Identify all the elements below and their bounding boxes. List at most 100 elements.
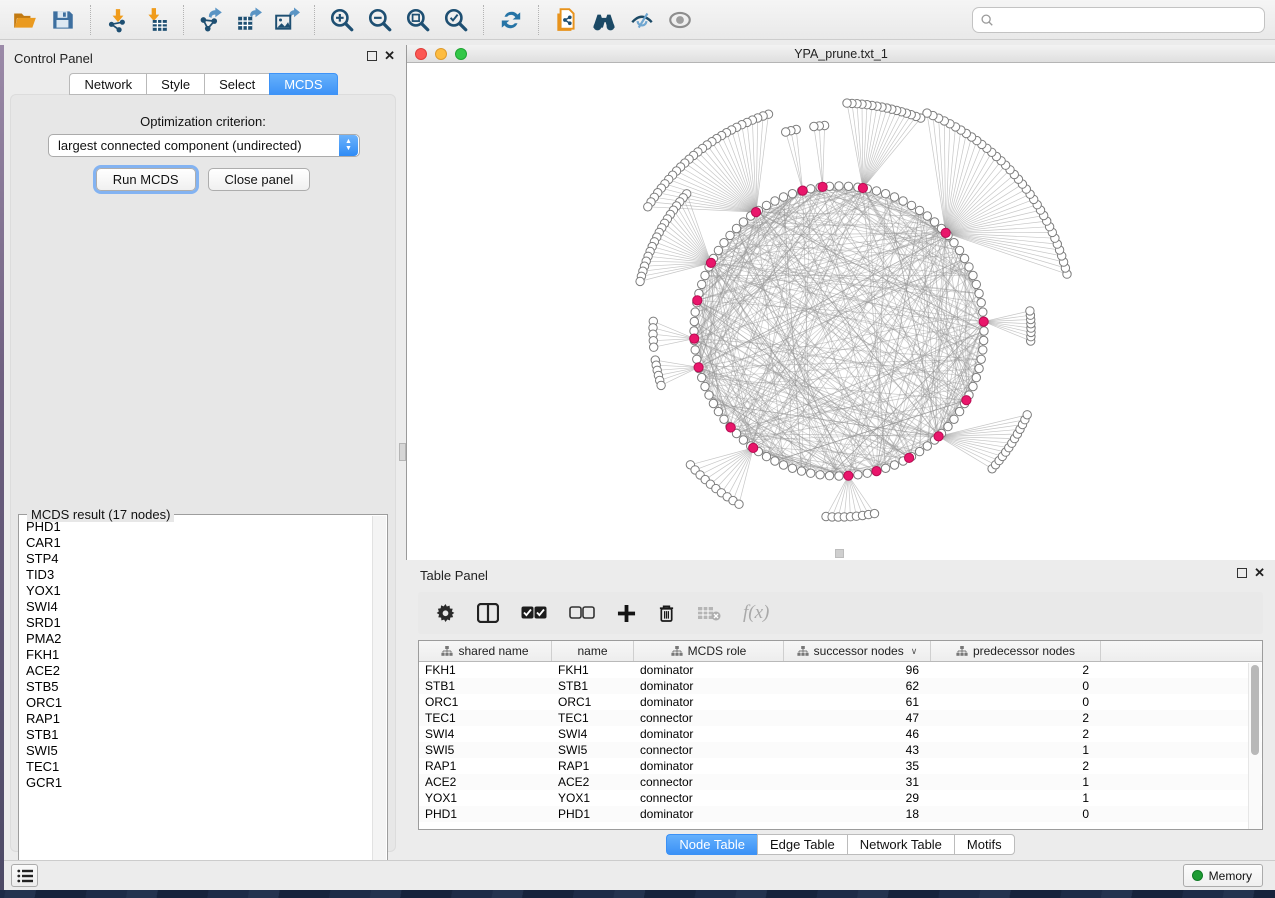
columns-icon[interactable] xyxy=(477,603,499,623)
cell-shared_name[interactable]: FKH1 xyxy=(419,662,552,678)
column-header-predecessor-nodes[interactable]: predecessor nodes xyxy=(931,641,1101,661)
cell-mcds_role[interactable]: dominator xyxy=(634,726,784,742)
cell-successor_nodes[interactable]: 35 xyxy=(784,758,931,774)
zoom-in-button[interactable] xyxy=(323,4,361,36)
table-row[interactable]: RAP1RAP1dominator352 xyxy=(419,758,1262,774)
column-header-successor-nodes[interactable]: successor nodes∨ xyxy=(784,641,931,661)
table-row[interactable]: ORC1ORC1dominator610 xyxy=(419,694,1262,710)
tab-network[interactable]: Network xyxy=(69,73,146,95)
hide-details-button[interactable] xyxy=(661,4,699,36)
cell-mcds_role[interactable]: connector xyxy=(634,790,784,806)
tab-motifs[interactable]: Motifs xyxy=(954,834,1015,855)
table-row[interactable]: PHD1PHD1dominator180 xyxy=(419,806,1262,822)
cell-name[interactable]: RAP1 xyxy=(552,758,634,774)
cell-successor_nodes[interactable]: 47 xyxy=(784,710,931,726)
close-panel-icon[interactable]: ✕ xyxy=(384,51,395,61)
run-mcds-button[interactable]: Run MCDS xyxy=(96,168,196,191)
cell-predecessor_nodes[interactable]: 2 xyxy=(931,726,1101,742)
save-session-button[interactable] xyxy=(44,4,82,36)
cell-mcds_role[interactable]: dominator xyxy=(634,678,784,694)
mcds-result-item[interactable]: RAP1 xyxy=(20,711,372,727)
tab-style[interactable]: Style xyxy=(146,73,204,95)
import-table-button[interactable] xyxy=(137,4,175,36)
zoom-out-button[interactable] xyxy=(361,4,399,36)
cell-predecessor_nodes[interactable]: 2 xyxy=(931,710,1101,726)
zoom-fit-button[interactable] xyxy=(399,4,437,36)
mcds-result-item[interactable]: STP4 xyxy=(20,551,372,567)
cell-shared_name[interactable]: SWI4 xyxy=(419,726,552,742)
tab-select[interactable]: Select xyxy=(204,73,269,95)
table-scrollbar-thumb[interactable] xyxy=(1251,665,1259,755)
zoom-selected-button[interactable] xyxy=(437,4,475,36)
cell-successor_nodes[interactable]: 31 xyxy=(784,774,931,790)
cell-predecessor_nodes[interactable]: 1 xyxy=(931,742,1101,758)
mcds-result-item[interactable]: TEC1 xyxy=(20,759,372,775)
export-network-button[interactable] xyxy=(192,4,230,36)
mcds-result-item[interactable]: PHD1 xyxy=(20,519,372,535)
table-row[interactable]: FKH1FKH1dominator962 xyxy=(419,662,1262,678)
tab-network-table[interactable]: Network Table xyxy=(847,834,954,855)
table-row[interactable]: STB1STB1dominator620 xyxy=(419,678,1262,694)
cell-successor_nodes[interactable]: 18 xyxy=(784,806,931,822)
cell-successor_nodes[interactable]: 61 xyxy=(784,694,931,710)
cell-predecessor_nodes[interactable]: 0 xyxy=(931,806,1101,822)
cell-shared_name[interactable]: TEC1 xyxy=(419,710,552,726)
import-network-button[interactable] xyxy=(99,4,137,36)
mcds-result-item[interactable]: GCR1 xyxy=(20,775,372,791)
mcds-result-item[interactable]: SWI4 xyxy=(20,599,372,615)
mcds-result-item[interactable]: TID3 xyxy=(20,567,372,583)
mcds-result-item[interactable]: PMA2 xyxy=(20,631,372,647)
close-table-panel-icon[interactable]: ✕ xyxy=(1254,568,1265,578)
cell-mcds_role[interactable]: connector xyxy=(634,774,784,790)
cell-name[interactable]: TEC1 xyxy=(552,710,634,726)
column-header-MCDS-role[interactable]: MCDS role xyxy=(634,641,784,661)
cell-mcds_role[interactable]: dominator xyxy=(634,662,784,678)
network-canvas[interactable] xyxy=(407,63,1275,560)
refresh-network-button[interactable] xyxy=(492,4,530,36)
gear-icon[interactable] xyxy=(436,604,455,623)
table-row[interactable]: SWI5SWI5connector431 xyxy=(419,742,1262,758)
network-window-titlebar[interactable]: YPA_prune.txt_1 xyxy=(407,45,1275,63)
memory-button[interactable]: Memory xyxy=(1183,864,1263,887)
cell-successor_nodes[interactable]: 46 xyxy=(784,726,931,742)
table-row[interactable]: ACE2ACE2connector311 xyxy=(419,774,1262,790)
share-network-button[interactable] xyxy=(547,4,585,36)
mcds-result-item[interactable]: ORC1 xyxy=(20,695,372,711)
close-panel-button[interactable]: Close panel xyxy=(208,168,311,191)
cell-name[interactable]: SWI5 xyxy=(552,742,634,758)
optimization-criterion-select[interactable]: largest connected component (undirected)… xyxy=(48,134,360,157)
cell-predecessor_nodes[interactable]: 1 xyxy=(931,790,1101,806)
cell-name[interactable]: ORC1 xyxy=(552,694,634,710)
cell-shared_name[interactable]: YOX1 xyxy=(419,790,552,806)
delete-icon[interactable] xyxy=(658,603,675,623)
cell-mcds_role[interactable]: connector xyxy=(634,742,784,758)
cell-mcds_role[interactable]: connector xyxy=(634,710,784,726)
mcds-result-item[interactable]: SRD1 xyxy=(20,615,372,631)
cell-predecessor_nodes[interactable]: 2 xyxy=(931,758,1101,774)
cell-shared_name[interactable]: PHD1 xyxy=(419,806,552,822)
cell-name[interactable]: PHD1 xyxy=(552,806,634,822)
cell-successor_nodes[interactable]: 62 xyxy=(784,678,931,694)
splitter-handle[interactable] xyxy=(399,443,406,461)
network-graph[interactable] xyxy=(407,63,1275,560)
function-builder-icon[interactable]: f(x) xyxy=(743,602,769,624)
tab-node-table[interactable]: Node Table xyxy=(666,834,757,855)
delete-table-icon[interactable] xyxy=(697,605,721,621)
cell-shared_name[interactable]: STB1 xyxy=(419,678,552,694)
cell-predecessor_nodes[interactable]: 2 xyxy=(931,662,1101,678)
export-image-button[interactable] xyxy=(268,4,306,36)
cell-shared_name[interactable]: ACE2 xyxy=(419,774,552,790)
float-table-panel-icon[interactable] xyxy=(1237,568,1247,578)
mcds-result-item[interactable]: STB1 xyxy=(20,727,372,743)
cell-shared_name[interactable]: ORC1 xyxy=(419,694,552,710)
cell-name[interactable]: SWI4 xyxy=(552,726,634,742)
mcds-result-item[interactable]: CAR1 xyxy=(20,535,372,551)
show-tasks-button[interactable] xyxy=(11,864,38,887)
column-header-name[interactable]: name xyxy=(552,641,634,661)
search-network-button[interactable] xyxy=(585,4,623,36)
table-row[interactable]: YOX1YOX1connector291 xyxy=(419,790,1262,806)
select-all-icon[interactable] xyxy=(521,606,547,620)
mcds-result-item[interactable]: SWI5 xyxy=(20,743,372,759)
cell-name[interactable]: FKH1 xyxy=(552,662,634,678)
search-input[interactable] xyxy=(994,13,1264,27)
